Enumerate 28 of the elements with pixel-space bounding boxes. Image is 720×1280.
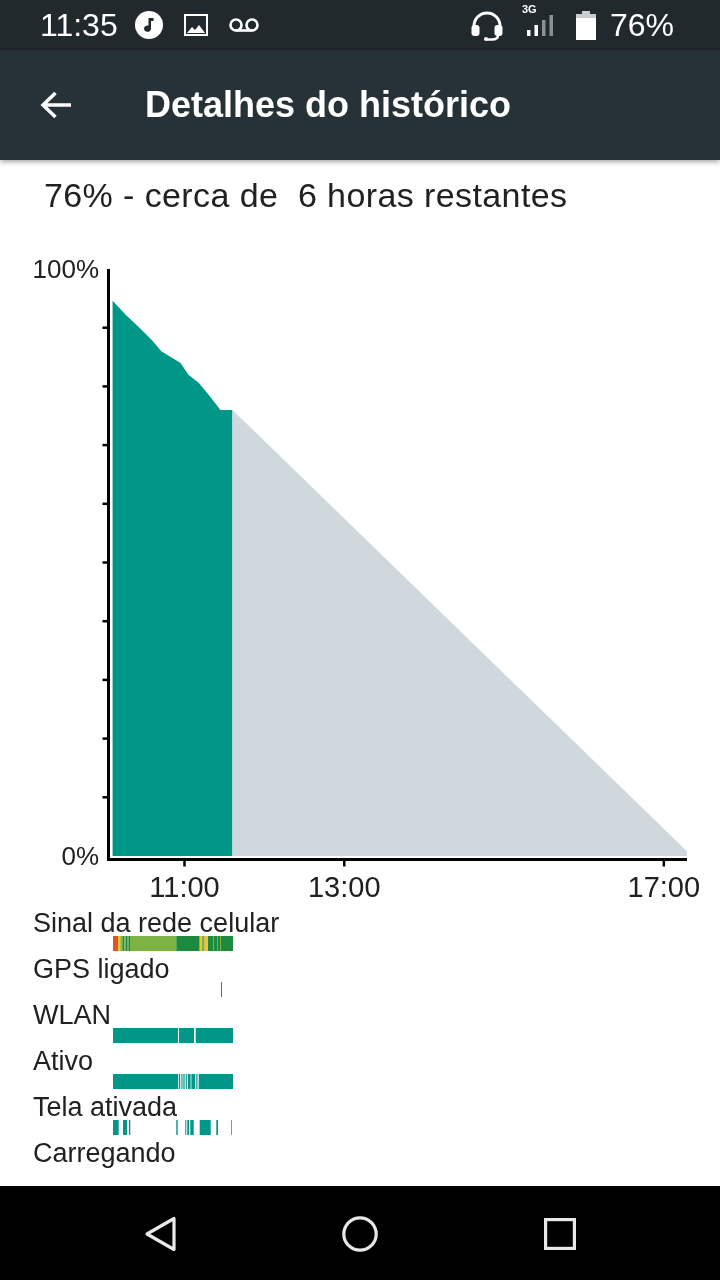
- gps-timeline-drawing: [220, 982, 222, 997]
- square-icon: [544, 1218, 576, 1250]
- timeline-label: Sinal da rede celular: [33, 910, 280, 936]
- battery-summary: 76% - cerca de 6 horas restantes: [44, 175, 568, 215]
- y-axis-label: 100%: [32, 254, 99, 284]
- music-note-icon: [134, 11, 163, 39]
- x-axis-label: 11:00: [149, 871, 220, 903]
- image-icon: [183, 14, 208, 36]
- timeline-label: Carregando: [33, 1140, 176, 1166]
- x-axis-label: 17:00: [627, 871, 701, 903]
- signal-icon: [526, 15, 553, 36]
- timeline-label: WLAN: [33, 1002, 111, 1028]
- back-button[interactable]: [40, 91, 72, 119]
- network-type-label: 3G: [521, 4, 537, 15]
- screen-title: Detalhes do histórico: [145, 84, 512, 126]
- battery-percentage: 76%: [609, 7, 674, 43]
- back-arrow-icon: [40, 91, 72, 119]
- timeline-label: GPS ligado: [33, 956, 170, 982]
- triangle-icon: [144, 1216, 176, 1252]
- y-axis-label: 0%: [61, 841, 99, 871]
- timeline-label: Tela ativada: [33, 1094, 178, 1120]
- status-time: 11:35: [40, 7, 118, 43]
- circle-icon: [342, 1216, 378, 1252]
- headset-icon: [469, 9, 504, 41]
- battery-icon: [575, 10, 596, 40]
- voicemail-icon: [228, 18, 259, 32]
- x-axis-label: 13:00: [308, 871, 381, 903]
- timeline-label: Ativo: [33, 1048, 94, 1074]
